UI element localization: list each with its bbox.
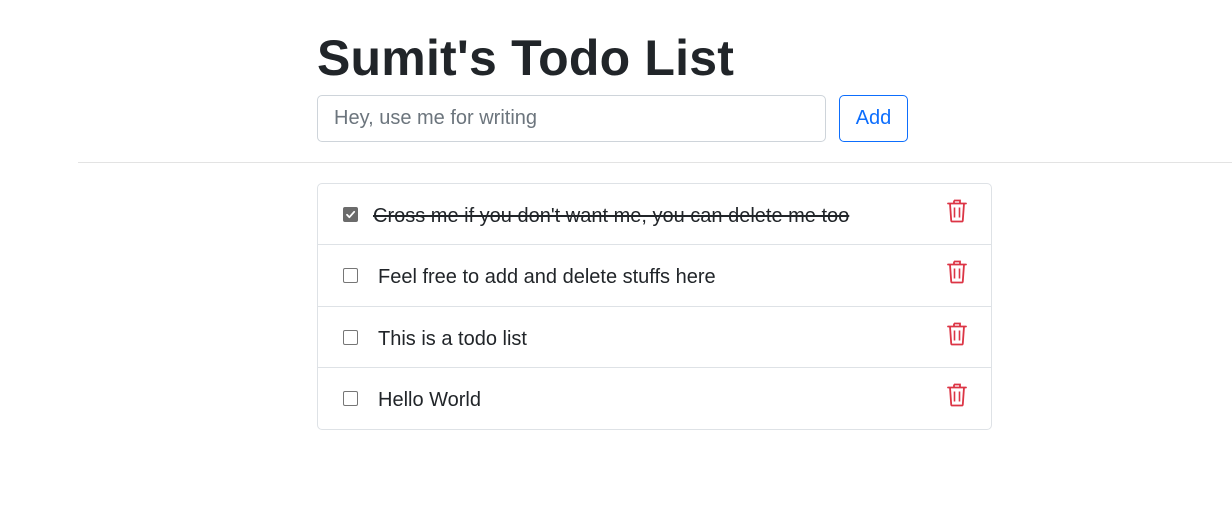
todo-item: Feel free to add and delete stuffs here bbox=[318, 245, 991, 307]
todo-checkbox[interactable] bbox=[343, 329, 358, 345]
todo-text: Cross me if you don't want me, you can d… bbox=[373, 205, 850, 227]
page-title: Sumit's Todo List bbox=[317, 30, 735, 86]
todo-app: Sumit's Todo List Add Cross me if you do… bbox=[0, 0, 1232, 523]
todo-text: Hello World bbox=[378, 388, 481, 411]
trash-icon[interactable] bbox=[947, 199, 967, 223]
todo-checkbox[interactable] bbox=[343, 207, 358, 222]
todo-item: Hello World bbox=[318, 368, 991, 429]
todo-checkbox[interactable] bbox=[343, 390, 358, 406]
todo-input[interactable] bbox=[317, 95, 826, 142]
todo-item: This is a todo list bbox=[318, 307, 991, 368]
trash-icon[interactable] bbox=[947, 383, 967, 407]
todo-checkbox[interactable] bbox=[343, 268, 358, 284]
todo-text: This is a todo list bbox=[378, 327, 527, 350]
todo-list: Cross me if you don't want me, you can d… bbox=[317, 183, 992, 430]
divider bbox=[78, 162, 1232, 163]
add-button[interactable]: Add bbox=[839, 95, 908, 142]
todo-item: Cross me if you don't want me, you can d… bbox=[318, 184, 991, 246]
todo-text: Feel free to add and delete stuffs here bbox=[378, 266, 716, 289]
trash-icon[interactable] bbox=[947, 260, 967, 284]
trash-icon[interactable] bbox=[947, 322, 967, 346]
check-icon bbox=[346, 210, 356, 219]
